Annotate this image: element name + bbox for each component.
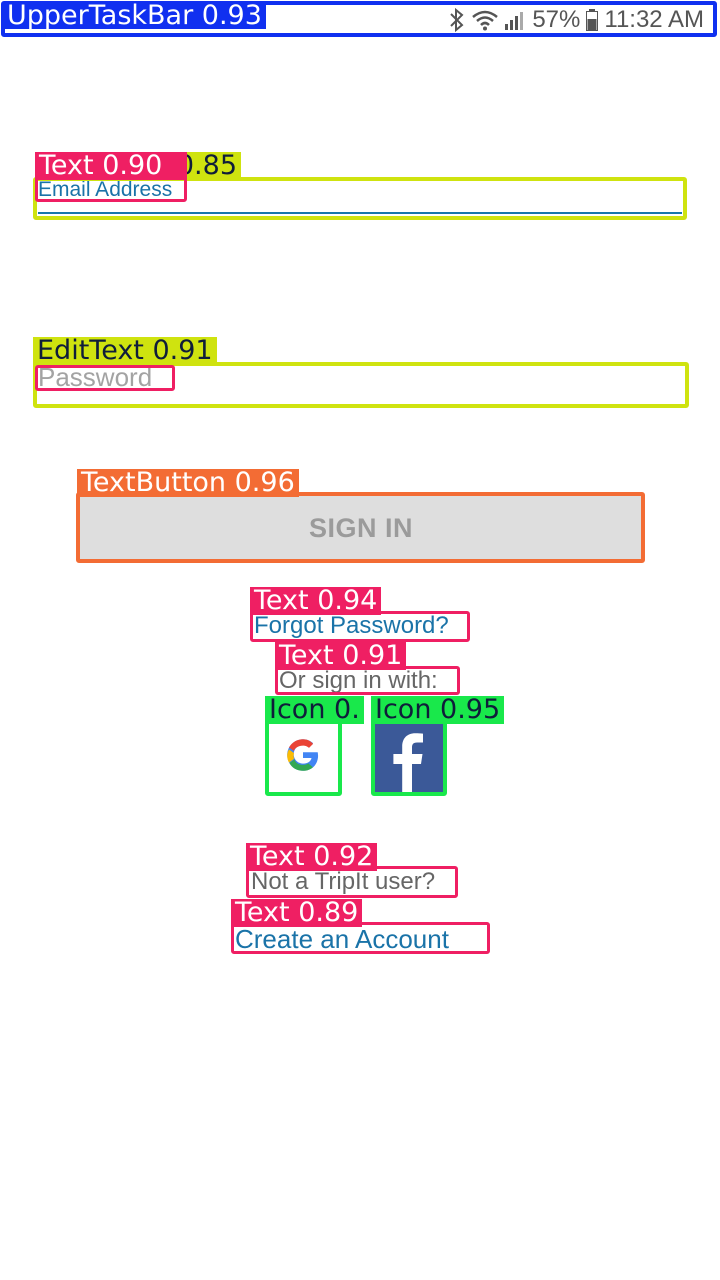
create-account-text-detection-label: Text 0.89 [231,899,363,927]
email-text-detection-label: Text 0.90 [35,152,187,180]
facebook-icon-detection-box [371,719,447,796]
facebook-icon-detection-label: Icon 0.95 [371,696,505,724]
google-icon-detection-box [265,719,342,796]
forgot-text-detection-label: Text 0.94 [250,587,382,615]
uppertaskbar-detection-label: UpperTaskBar 0.93 [3,2,266,29]
signin-button-detection-label: TextButton 0.96 [77,469,299,497]
or-text-detection-label: Text 0.91 [275,642,407,670]
password-text-detection-box [35,365,175,391]
google-icon-detection-label: Icon 0. [265,696,364,724]
not-user-text-detection-label: Text 0.92 [246,843,378,871]
signin-button-detection-box [76,492,645,563]
password-edittext-detection-label: EditText 0.91 [33,337,217,365]
